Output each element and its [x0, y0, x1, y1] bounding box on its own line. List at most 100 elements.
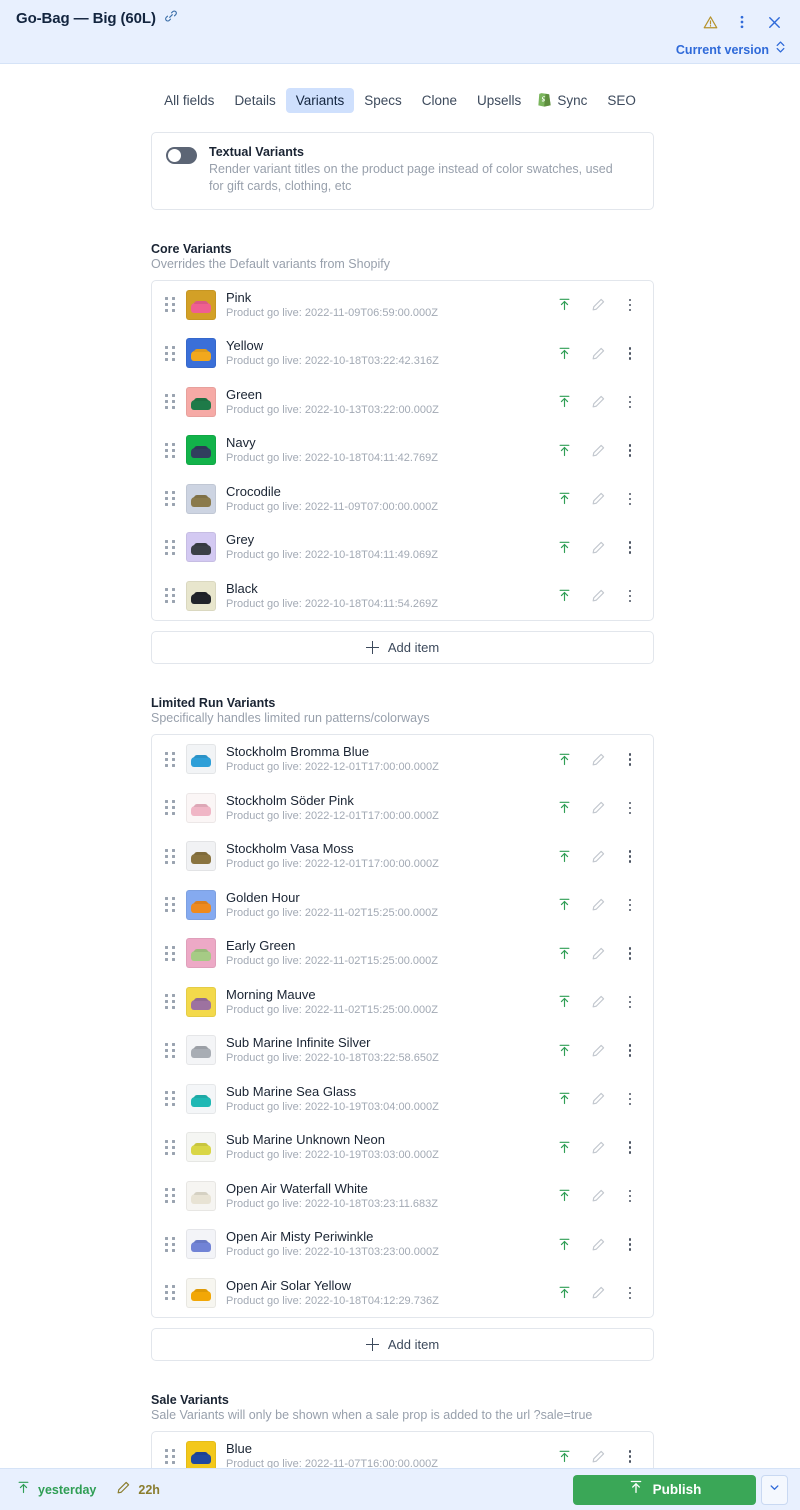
kebab-menu-icon[interactable]	[623, 393, 637, 411]
publish-arrow-up-icon[interactable]	[555, 1090, 573, 1108]
kebab-menu-icon[interactable]	[623, 750, 637, 768]
kebab-menu-icon[interactable]	[623, 1041, 637, 1059]
publish-arrow-up-icon[interactable]	[555, 393, 573, 411]
variant-row[interactable]: Pink Product go live: 2022-11-09T06:59:00…	[152, 281, 653, 330]
drag-handle-icon[interactable]	[162, 750, 178, 768]
publish-arrow-up-icon[interactable]	[555, 1447, 573, 1465]
pencil-edit-icon[interactable]	[589, 944, 607, 962]
drag-handle-icon[interactable]	[162, 847, 178, 865]
publish-arrow-up-icon[interactable]	[555, 944, 573, 962]
drag-handle-icon[interactable]	[162, 296, 178, 314]
variant-row[interactable]: Stockholm Bromma Blue Product go live: 20…	[152, 735, 653, 784]
kebab-menu-icon[interactable]	[623, 1138, 637, 1156]
kebab-menu-icon[interactable]	[623, 847, 637, 865]
tab-upsells[interactable]: Upsells	[467, 88, 531, 113]
tab-sync[interactable]: Sync	[531, 86, 597, 115]
link-icon[interactable]	[164, 9, 178, 28]
add-item-button[interactable]: Add item	[151, 1328, 654, 1361]
warning-triangle-icon[interactable]	[696, 8, 724, 36]
drag-handle-icon[interactable]	[162, 344, 178, 362]
textual-variants-toggle[interactable]	[166, 147, 197, 164]
pencil-edit-icon[interactable]	[589, 896, 607, 914]
pencil-edit-icon[interactable]	[589, 1187, 607, 1205]
tab-details[interactable]: Details	[224, 88, 285, 113]
drag-handle-icon[interactable]	[162, 587, 178, 605]
publish-arrow-up-icon[interactable]	[555, 1138, 573, 1156]
kebab-menu-icon[interactable]	[623, 296, 637, 314]
publish-button[interactable]: Publish	[573, 1474, 756, 1505]
variant-row[interactable]: Yellow Product go live: 2022-10-18T03:22:…	[152, 329, 653, 378]
kebab-menu-icon[interactable]	[728, 8, 756, 36]
publish-arrow-up-icon[interactable]	[555, 538, 573, 556]
kebab-menu-icon[interactable]	[623, 587, 637, 605]
add-item-button[interactable]: Add item	[151, 631, 654, 664]
tab-clone[interactable]: Clone	[412, 88, 467, 113]
kebab-menu-icon[interactable]	[623, 1447, 637, 1465]
pencil-edit-icon[interactable]	[589, 490, 607, 508]
variant-row[interactable]: Open Air Misty Periwinkle Product go live…	[152, 1220, 653, 1269]
drag-handle-icon[interactable]	[162, 393, 178, 411]
kebab-menu-icon[interactable]	[623, 1235, 637, 1253]
pencil-edit-icon[interactable]	[589, 993, 607, 1011]
pencil-edit-icon[interactable]	[589, 538, 607, 556]
pencil-edit-icon[interactable]	[589, 441, 607, 459]
pencil-edit-icon[interactable]	[589, 1138, 607, 1156]
drag-handle-icon[interactable]	[162, 1138, 178, 1156]
pencil-edit-icon[interactable]	[589, 1284, 607, 1302]
kebab-menu-icon[interactable]	[623, 344, 637, 362]
variant-row[interactable]: Crocodile Product go live: 2022-11-09T07:…	[152, 475, 653, 524]
drag-handle-icon[interactable]	[162, 799, 178, 817]
drag-handle-icon[interactable]	[162, 1090, 178, 1108]
variant-row[interactable]: Open Air Waterfall White Product go live:…	[152, 1172, 653, 1221]
kebab-menu-icon[interactable]	[623, 993, 637, 1011]
variant-row[interactable]: Sub Marine Unknown Neon Product go live: …	[152, 1123, 653, 1172]
drag-handle-icon[interactable]	[162, 896, 178, 914]
current-version-selector[interactable]: Current version	[676, 40, 786, 59]
variant-row[interactable]: Open Air Solar Yellow Product go live: 20…	[152, 1269, 653, 1318]
kebab-menu-icon[interactable]	[623, 799, 637, 817]
variant-row[interactable]: Navy Product go live: 2022-10-18T04:11:42…	[152, 426, 653, 475]
kebab-menu-icon[interactable]	[623, 1284, 637, 1302]
tab-specs[interactable]: Specs	[354, 88, 412, 113]
pencil-edit-icon[interactable]	[589, 1041, 607, 1059]
drag-handle-icon[interactable]	[162, 944, 178, 962]
pencil-edit-icon[interactable]	[589, 1447, 607, 1465]
variant-row[interactable]: Stockholm Söder Pink Product go live: 202…	[152, 784, 653, 833]
publish-arrow-up-icon[interactable]	[555, 1187, 573, 1205]
kebab-menu-icon[interactable]	[623, 441, 637, 459]
pencil-edit-icon[interactable]	[589, 847, 607, 865]
pencil-edit-icon[interactable]	[589, 587, 607, 605]
publish-arrow-up-icon[interactable]	[555, 847, 573, 865]
publish-arrow-up-icon[interactable]	[555, 296, 573, 314]
drag-handle-icon[interactable]	[162, 1447, 178, 1465]
drag-handle-icon[interactable]	[162, 441, 178, 459]
variant-row[interactable]: Grey Product go live: 2022-10-18T04:11:49…	[152, 523, 653, 572]
publish-arrow-up-icon[interactable]	[555, 896, 573, 914]
kebab-menu-icon[interactable]	[623, 490, 637, 508]
kebab-menu-icon[interactable]	[623, 896, 637, 914]
drag-handle-icon[interactable]	[162, 993, 178, 1011]
variant-row[interactable]: Stockholm Vasa Moss Product go live: 2022…	[152, 832, 653, 881]
tab-all-fields[interactable]: All fields	[154, 88, 224, 113]
drag-handle-icon[interactable]	[162, 1235, 178, 1253]
pencil-edit-icon[interactable]	[589, 344, 607, 362]
kebab-menu-icon[interactable]	[623, 1187, 637, 1205]
publish-arrow-up-icon[interactable]	[555, 750, 573, 768]
publish-arrow-up-icon[interactable]	[555, 344, 573, 362]
publish-options-button[interactable]	[761, 1474, 788, 1505]
drag-handle-icon[interactable]	[162, 538, 178, 556]
pencil-edit-icon[interactable]	[589, 1090, 607, 1108]
publish-arrow-up-icon[interactable]	[555, 441, 573, 459]
drag-handle-icon[interactable]	[162, 490, 178, 508]
publish-arrow-up-icon[interactable]	[555, 587, 573, 605]
variant-row[interactable]: Early Green Product go live: 2022-11-02T1…	[152, 929, 653, 978]
pencil-edit-icon[interactable]	[589, 296, 607, 314]
pencil-edit-icon[interactable]	[589, 393, 607, 411]
kebab-menu-icon[interactable]	[623, 538, 637, 556]
drag-handle-icon[interactable]	[162, 1284, 178, 1302]
variant-row[interactable]: Black Product go live: 2022-10-18T04:11:5…	[152, 572, 653, 621]
kebab-menu-icon[interactable]	[623, 944, 637, 962]
tab-variants[interactable]: Variants	[285, 88, 355, 113]
pencil-edit-icon[interactable]	[589, 799, 607, 817]
publish-arrow-up-icon[interactable]	[555, 993, 573, 1011]
